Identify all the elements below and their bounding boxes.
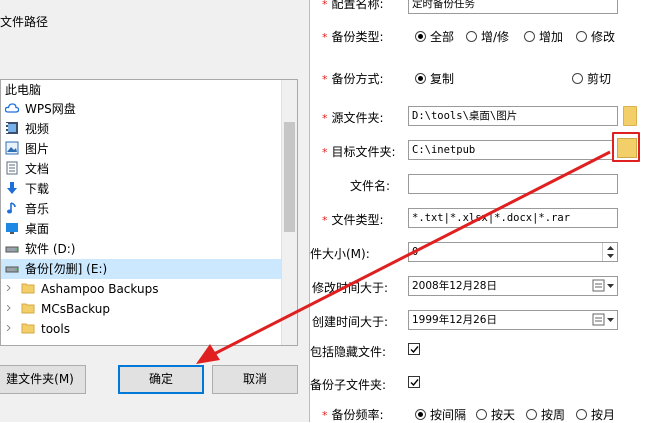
annotation-arrow (196, 150, 611, 364)
